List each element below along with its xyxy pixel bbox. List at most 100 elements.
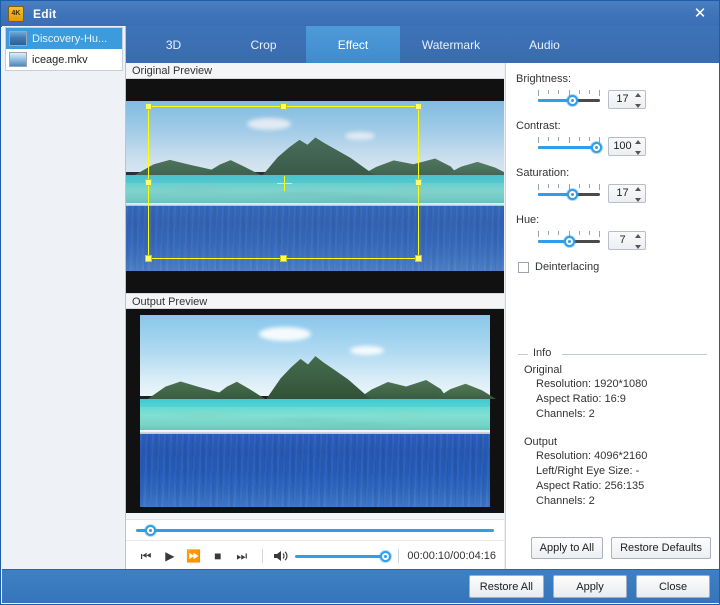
saturation-spinbox[interactable]: 17: [608, 183, 646, 203]
play-button[interactable]: ▶: [158, 545, 182, 567]
contrast-spinbox[interactable]: 100: [608, 136, 646, 156]
crop-handle-e[interactable]: [415, 178, 422, 186]
saturation-label: Saturation:: [516, 167, 570, 179]
crop-handle-ne[interactable]: [415, 103, 422, 110]
seek-track[interactable]: [136, 529, 494, 532]
preview-column: Original Preview Output Preview: [126, 63, 504, 571]
slider-knob[interactable]: [591, 142, 602, 153]
title-bar: 4K Edit ✕: [1, 1, 719, 27]
file-list-item-1[interactable]: iceage.mkv: [6, 49, 122, 70]
spinner-arrows[interactable]: [635, 139, 642, 155]
spinner-down-icon[interactable]: [635, 244, 641, 249]
brightness-label: Brightness:: [516, 73, 572, 85]
hue-spinbox[interactable]: 7: [608, 230, 646, 250]
output-preview-stage[interactable]: [126, 309, 504, 513]
tab-effect[interactable]: Effect: [306, 26, 400, 63]
volume-track[interactable]: [294, 554, 385, 558]
apply-to-all-button[interactable]: Apply to All: [530, 537, 604, 559]
spinner-up-icon[interactable]: [635, 186, 641, 191]
brightness-spinbox[interactable]: 17: [608, 89, 646, 109]
spinner-arrows[interactable]: [635, 233, 642, 249]
brightness-slider[interactable]: [538, 88, 600, 110]
volume-control[interactable]: [271, 546, 391, 566]
deinterlacing-label: Deinterlacing: [535, 261, 600, 273]
slider-knob[interactable]: [567, 95, 578, 106]
tab-audio[interactable]: Audio: [502, 26, 587, 63]
seek-knob[interactable]: [145, 525, 157, 536]
close-icon[interactable]: ✕: [683, 2, 717, 24]
file-list-item-0[interactable]: Discovery-Hu...: [6, 28, 122, 49]
saturation-slider[interactable]: [538, 182, 600, 204]
info-original-heading: Original: [524, 364, 562, 376]
stop-button[interactable]: ■: [206, 545, 230, 567]
file-list[interactable]: Discovery-Hu... iceage.mkv: [5, 27, 123, 71]
forward-button[interactable]: ⏩: [182, 545, 206, 567]
spinner-up-icon[interactable]: [635, 233, 641, 238]
divider: [398, 548, 400, 563]
divider: [261, 548, 263, 563]
dialog-button-bar: Restore All Apply Close: [2, 569, 719, 603]
film-4k-icon: 4K: [8, 5, 24, 22]
spinner-down-icon[interactable]: [635, 103, 641, 108]
crop-handle-se[interactable]: [415, 255, 422, 262]
cloud: [350, 345, 384, 355]
seek-bar[interactable]: [126, 520, 504, 540]
info-original-channels: Channels: 2: [536, 408, 595, 420]
hue-label: Hue:: [516, 214, 540, 226]
contrast-label: Contrast:: [516, 120, 561, 132]
ocean-texture: [140, 434, 490, 507]
volume-knob[interactable]: [379, 550, 391, 562]
spinner-down-icon[interactable]: [635, 197, 641, 202]
output-preview-title: Output Preview: [126, 293, 504, 309]
tab-3d[interactable]: 3D: [126, 26, 221, 63]
crop-handle-sw[interactable]: [145, 255, 152, 262]
saturation-group: Saturation: 17: [506, 157, 719, 204]
close-button[interactable]: Close: [636, 575, 710, 598]
edit-dialog: 4K Edit ✕ Discovery-Hu... iceage.mkv 3D …: [0, 0, 720, 605]
tab-bar: 3D Crop Effect Watermark Audio: [126, 26, 719, 63]
volume-icon[interactable]: [273, 549, 289, 563]
crop-handle-w[interactable]: [145, 178, 152, 186]
info-output-heading: Output: [524, 436, 558, 448]
hue-slider[interactable]: [538, 229, 600, 251]
contrast-group: Contrast: 100: [506, 110, 719, 157]
crop-handle-s[interactable]: [279, 255, 287, 262]
crop-handle-nw[interactable]: [145, 103, 152, 110]
contrast-slider[interactable]: [538, 135, 602, 157]
file-name-label: iceage.mkv: [32, 53, 88, 66]
panel-button-row: Apply to All Restore Defaults: [530, 537, 711, 559]
time-display: 00:00:10/00:04:16: [407, 549, 497, 562]
spinner-arrows[interactable]: [635, 186, 642, 202]
next-button[interactable]: ⏭: [230, 545, 254, 567]
brightness-group: Brightness: 17: [506, 63, 719, 110]
crop-handle-n[interactable]: [279, 103, 287, 110]
original-preview-title: Original Preview: [126, 63, 504, 79]
previous-button[interactable]: ⏮: [134, 545, 158, 567]
apply-button[interactable]: Apply: [553, 575, 627, 598]
crop-selection-rect[interactable]: [145, 103, 422, 262]
tab-watermark[interactable]: Watermark: [400, 26, 502, 63]
info-output-eye-size: Left/Right Eye Size: -: [536, 465, 640, 477]
info-original-resolution: Resolution: 1920*1080: [536, 378, 648, 390]
deinterlacing-checkbox[interactable]: [518, 261, 529, 273]
spinner-arrows[interactable]: [635, 92, 642, 108]
spinner-up-icon[interactable]: [635, 139, 641, 144]
info-output-channels: Channels: 2: [536, 495, 595, 507]
restore-all-button[interactable]: Restore All: [468, 575, 544, 598]
restore-defaults-button[interactable]: Restore Defaults: [611, 537, 711, 559]
playback-transport: ⏮ ▶ ⏩ ■ ⏭ 00:00:10/00:04:16: [126, 519, 504, 571]
crop-center-crosshair-icon: [276, 175, 292, 191]
file-thumbnail-icon: [9, 31, 27, 46]
deinterlacing-row[interactable]: Deinterlacing: [506, 251, 719, 273]
tab-crop[interactable]: Crop: [221, 26, 306, 63]
slider-knob[interactable]: [567, 189, 578, 200]
spinner-up-icon[interactable]: [635, 92, 641, 97]
slider-knob[interactable]: [564, 236, 575, 247]
original-preview-stage[interactable]: [126, 79, 504, 293]
transport-controls: ⏮ ▶ ⏩ ■ ⏭ 00:00:10/00:04:16: [126, 540, 504, 570]
file-name-label: Discovery-Hu...: [32, 32, 108, 45]
info-section: Info Original Resolution: 1920*1080 Aspe…: [518, 347, 707, 510]
spinner-down-icon[interactable]: [635, 150, 641, 155]
slider-fill: [538, 146, 598, 149]
